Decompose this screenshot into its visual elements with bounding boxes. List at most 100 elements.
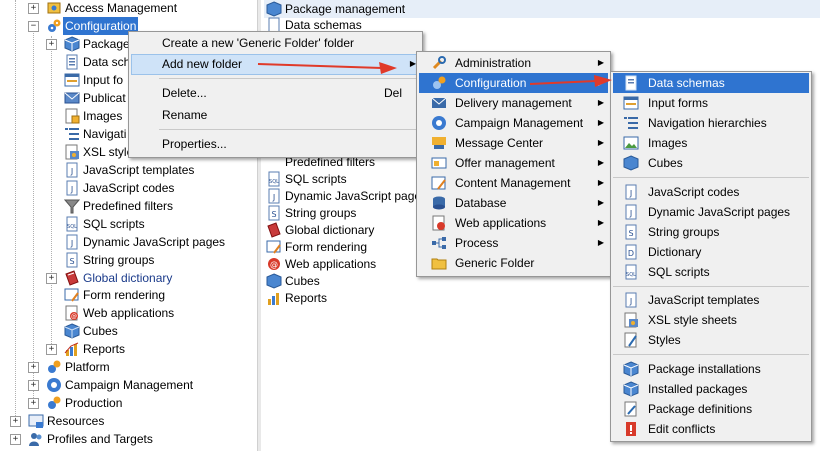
tree-item-platform[interactable]: + Platform	[0, 358, 257, 376]
submenu-item-javascript-templates[interactable]: J JavaScript templates	[611, 290, 811, 310]
expand-icon[interactable]: +	[28, 362, 39, 373]
resources-icon	[28, 414, 44, 428]
submenu-item-dynamic-javascript-pages[interactable]: J Dynamic JavaScript pages	[611, 202, 811, 222]
menu-separator	[159, 78, 417, 79]
expand-icon[interactable]: +	[46, 39, 57, 50]
tree-item-label: Profiles and Targets	[47, 432, 153, 446]
svg-text:J: J	[629, 297, 632, 306]
submenu-item-campaign-management[interactable]: Campaign Management ▶	[417, 113, 610, 133]
tree-item-javascript-codes[interactable]: J JavaScript codes	[0, 179, 257, 197]
list-item-label: Global dictionary	[285, 223, 375, 237]
menu-item-create-generic-folder[interactable]: Create a new 'Generic Folder' folder	[129, 33, 422, 53]
tree-item-production[interactable]: + Production	[0, 394, 257, 412]
tree-item-reports[interactable]: + Reports	[0, 340, 257, 358]
submenu-item-data-schemas[interactable]: Data schemas	[611, 73, 811, 93]
submenu-item-navigation-hierarchies[interactable]: Navigation hierarchies	[611, 113, 811, 133]
expand-icon[interactable]: +	[10, 416, 21, 427]
tree-item-campaign-management[interactable]: + Campaign Management	[0, 376, 257, 394]
submenu-item-database[interactable]: Database ▶	[417, 193, 610, 213]
tree-item-cubes[interactable]: Cubes	[0, 322, 257, 340]
expand-icon[interactable]: +	[46, 344, 57, 355]
submenu-item-input-forms[interactable]: Input forms	[611, 93, 811, 113]
expand-icon[interactable]: +	[10, 434, 21, 445]
tree-item-label: Campaign Management	[65, 378, 194, 392]
expand-icon[interactable]: +	[46, 273, 57, 284]
menu-item-label: Dictionary	[648, 245, 702, 259]
menu-item-shortcut: Del	[384, 86, 403, 100]
folder-type-submenu: Administration ▶ Configuration ▶ Deliver…	[416, 51, 611, 277]
tree-item-sql-scripts[interactable]: SQL SQL scripts	[0, 215, 257, 233]
expand-icon[interactable]: +	[28, 380, 39, 391]
menu-item-label: Process	[455, 236, 499, 250]
tree-item-predefined-filters[interactable]: Predefined filters	[0, 197, 257, 215]
menu-item-label: Edit conflicts	[648, 422, 716, 436]
menu-item-label: Add new folder	[162, 57, 243, 71]
menu-item-label: Styles	[648, 333, 681, 347]
tree-item-access-management[interactable]: + Access Management	[0, 0, 257, 17]
report-icon	[268, 293, 279, 305]
styles-icon	[624, 332, 637, 348]
menu-separator	[613, 177, 809, 178]
tree-item-resources[interactable]: + Resources	[0, 412, 257, 430]
menu-item-label: Offer management	[455, 156, 555, 170]
submenu-item-dictionary[interactable]: D Dictionary	[611, 242, 811, 262]
configuration-gears-icon	[433, 76, 446, 89]
dictionary-icon	[267, 222, 281, 238]
campaign-icon	[432, 116, 446, 130]
image-icon	[623, 136, 639, 150]
submenu-item-package-definitions[interactable]: Package definitions	[611, 399, 811, 419]
submenu-item-xsl-style-sheets[interactable]: XSL style sheets	[611, 310, 811, 330]
menu-item-rename[interactable]: Rename	[129, 105, 422, 125]
submenu-item-generic-folder[interactable]: Generic Folder	[417, 253, 610, 273]
submenu-item-offer-management[interactable]: Offer management ▶	[417, 153, 610, 173]
tree-item-label: Navigati	[83, 127, 127, 141]
submenu-item-message-center[interactable]: Message Center ▶	[417, 133, 610, 153]
submenu-item-web-applications[interactable]: Web applications ▶	[417, 213, 610, 233]
menu-item-delete[interactable]: Delete... Del	[129, 83, 422, 103]
submenu-item-images[interactable]: Images	[611, 133, 811, 153]
tree-item-string-groups[interactable]: S String groups	[0, 251, 257, 269]
list-item-label: Reports	[285, 291, 328, 305]
submenu-item-package-installations[interactable]: Package installations	[611, 359, 811, 379]
submenu-item-process[interactable]: Process ▶	[417, 233, 610, 253]
web-app-icon	[432, 215, 445, 231]
submenu-item-administration[interactable]: Administration ▶	[417, 53, 610, 73]
cube-icon	[266, 273, 282, 289]
tree-item-label: Form rendering	[83, 288, 166, 302]
submenu-item-delivery-management[interactable]: Delivery management ▶	[417, 93, 610, 113]
svg-text:@: @	[71, 313, 77, 320]
submenu-item-content-management[interactable]: Content Management ▶	[417, 173, 610, 193]
expand-icon[interactable]: +	[28, 3, 39, 14]
submenu-item-cubes[interactable]: Cubes	[611, 153, 811, 173]
submenu-item-javascript-codes[interactable]: J JavaScript codes	[611, 182, 811, 202]
dictionary-icon	[65, 270, 79, 286]
collapse-icon[interactable]: −	[28, 21, 39, 32]
submenu-item-string-groups[interactable]: S String groups	[611, 222, 811, 242]
expand-icon[interactable]: +	[28, 398, 39, 409]
js-code-icon: J	[625, 184, 637, 200]
menu-item-add-new-folder-label-row[interactable]: Add new folder ▶	[129, 54, 422, 74]
submenu-item-sql-scripts[interactable]: SQL SQL scripts	[611, 262, 811, 282]
submenu-arrow-icon: ▶	[597, 238, 604, 247]
input-form-icon	[623, 96, 639, 110]
submenu-item-installed-packages[interactable]: Installed packages	[611, 379, 811, 399]
sql-icon: SQL	[268, 171, 280, 187]
tree-item-global-dictionary[interactable]: + Global dictionary	[0, 269, 257, 287]
tree-item-web-applications[interactable]: @ Web applications	[0, 304, 257, 322]
tree-item-label: Images	[83, 109, 123, 123]
access-management-icon	[47, 2, 61, 14]
menu-separator	[613, 354, 809, 355]
tree-item-profiles-and-targets[interactable]: + Profiles and Targets	[0, 430, 257, 448]
svg-text:J: J	[70, 185, 73, 194]
profiles-icon	[29, 433, 42, 446]
submenu-item-edit-conflicts[interactable]: Edit conflicts	[611, 419, 811, 439]
submenu-item-configuration[interactable]: Configuration ▶	[417, 73, 610, 93]
submenu-item-styles[interactable]: Styles	[611, 330, 811, 350]
menu-separator	[159, 129, 417, 130]
menu-item-properties[interactable]: Properties...	[129, 134, 422, 154]
tree-item-form-rendering[interactable]: Form rendering	[0, 286, 257, 304]
tree-item-javascript-templates[interactable]: J JavaScript templates	[0, 161, 257, 179]
tree-item-dynamic-javascript-pages[interactable]: J Dynamic JavaScript pages	[0, 233, 257, 251]
tree-item-label: Data sch	[83, 55, 131, 69]
menu-item-label: JavaScript templates	[648, 293, 760, 307]
